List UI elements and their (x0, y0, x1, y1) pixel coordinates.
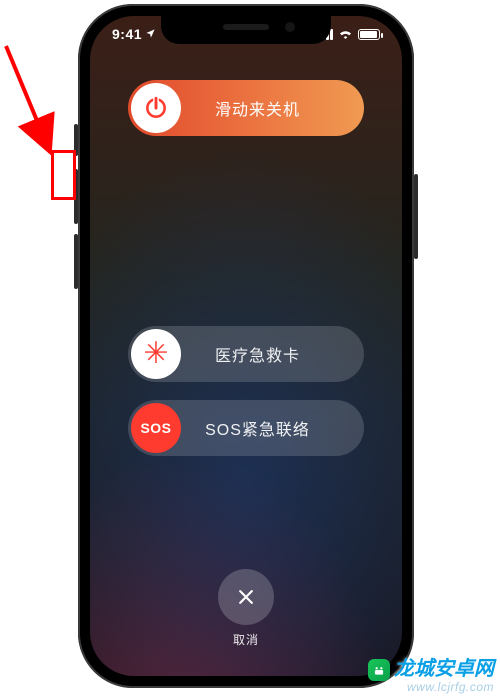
power-off-label: 滑动来关机 (181, 96, 364, 120)
phone-frame: 9:41 (78, 4, 414, 688)
front-camera (285, 22, 295, 32)
watermark-url: www.lcjrfg.com (368, 681, 494, 695)
watermark-logo-icon (368, 659, 390, 681)
emergency-sos-slider[interactable]: SOS SOS紧急联络 (128, 400, 364, 456)
medical-id-knob[interactable]: ✳ (131, 329, 181, 379)
power-off-slider[interactable]: 滑动来关机 (128, 80, 364, 136)
cancel-button[interactable] (218, 569, 274, 625)
watermark-title: 龙城安卓网 (394, 658, 494, 681)
annotation-arrow (0, 40, 70, 170)
speaker-grille (223, 24, 269, 30)
cancel-label: 取消 (90, 631, 402, 648)
medical-id-label: 医疗急救卡 (181, 342, 364, 366)
medical-id-slider[interactable]: ✳ 医疗急救卡 (128, 326, 364, 382)
sos-label: SOS紧急联络 (181, 416, 364, 440)
battery-icon (358, 29, 380, 40)
location-icon (145, 26, 156, 42)
volume-up-button (74, 169, 78, 224)
annotation-highlight-box (51, 150, 76, 200)
sos-knob[interactable]: SOS (131, 403, 181, 453)
side-button (414, 174, 418, 259)
power-off-knob[interactable] (131, 83, 181, 133)
sos-icon: SOS (140, 420, 171, 436)
volume-down-button (74, 234, 78, 289)
close-icon (236, 587, 256, 607)
notch (161, 16, 331, 44)
status-time: 9:41 (112, 26, 142, 42)
mute-switch (74, 124, 78, 156)
asterisk-icon: ✳ (143, 339, 168, 369)
power-icon (143, 95, 169, 121)
screen: 9:41 (90, 16, 402, 676)
wifi-icon (338, 26, 353, 42)
watermark: 龙城安卓网 www.lcjrfg.com (368, 658, 494, 695)
